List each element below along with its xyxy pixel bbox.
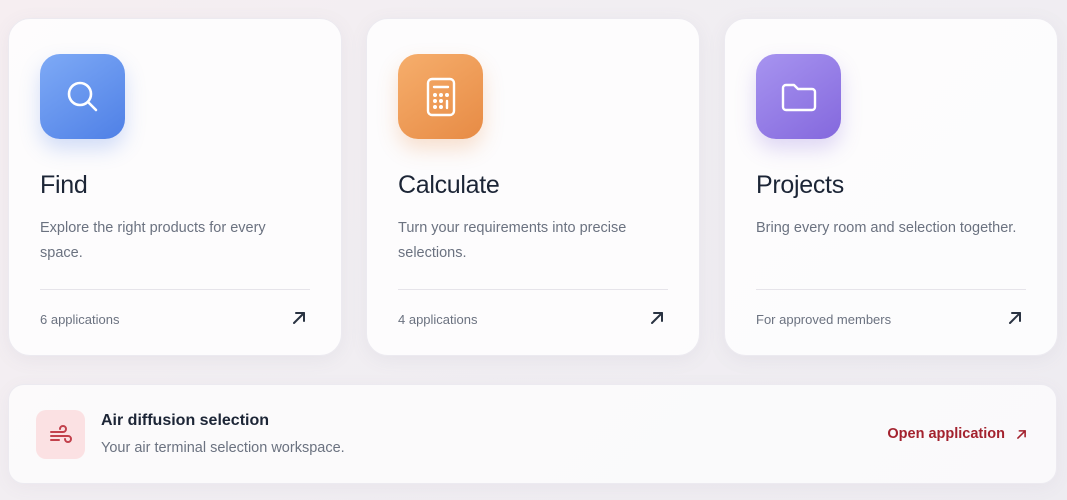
card-divider (398, 289, 668, 290)
card-meta: 6 applications (40, 312, 120, 327)
folder-icon (781, 83, 816, 111)
arrow-up-right-icon (1017, 429, 1026, 439)
projects-tile (756, 54, 841, 139)
card-description: Turn your requirements into precise sele… (398, 220, 627, 261)
calculator-icon (426, 77, 455, 116)
search-icon (67, 81, 97, 111)
air-diffusion-banner[interactable]: Air diffusion selection Your air termina… (8, 384, 1057, 484)
card-title: Projects (756, 171, 844, 199)
card-description: Explore the right products for every spa… (40, 220, 266, 261)
calculate-card[interactable]: Calculate Turn your requirements into pr… (366, 18, 700, 356)
open-application-link[interactable]: Open application (887, 426, 1028, 442)
card-description: Bring every room and selection together. (756, 220, 1017, 236)
arrow-up-right-icon[interactable] (1006, 309, 1024, 327)
wind-icon (49, 424, 72, 443)
find-tile (40, 54, 125, 139)
projects-card[interactable]: Projects Bring every room and selection … (724, 18, 1058, 356)
arrow-up-right-icon[interactable] (648, 309, 666, 327)
banner-title: Air diffusion selection (101, 412, 270, 429)
banner-subtitle: Your air terminal selection workspace. (101, 440, 345, 456)
find-card[interactable]: Find Explore the right products for ever… (8, 18, 342, 356)
card-title: Calculate (398, 171, 500, 199)
card-title: Find (40, 171, 88, 199)
open-application-label: Open application (887, 426, 1005, 442)
arrow-up-right-icon[interactable] (290, 309, 308, 327)
card-divider (756, 289, 1026, 290)
calculate-tile (398, 54, 483, 139)
banner-icon-tile (36, 410, 85, 459)
card-meta: 4 applications (398, 312, 478, 327)
card-divider (40, 289, 310, 290)
card-meta: For approved members (756, 312, 892, 327)
